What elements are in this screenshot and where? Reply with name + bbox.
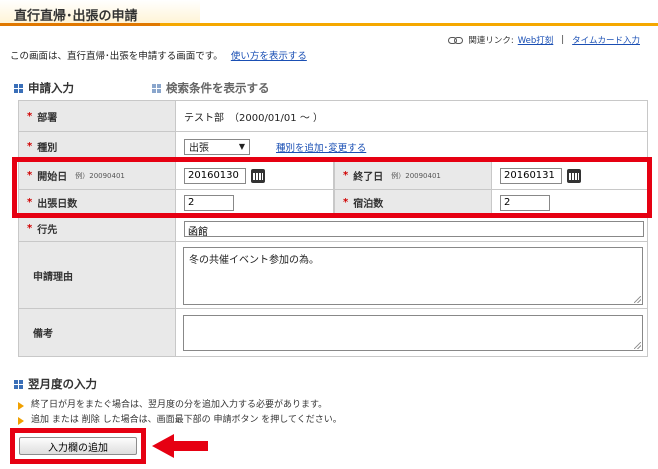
- required-mark: *: [27, 170, 33, 181]
- trip-days-label-text: 出張日数: [37, 199, 78, 210]
- destination-row: * 行先 函館: [18, 216, 648, 242]
- start-date-example: 例）20090401: [75, 171, 125, 180]
- add-input-row-button[interactable]: 入力欄の追加: [19, 437, 137, 455]
- days-row: * 出張日数 2 * 宿泊数 2: [18, 190, 648, 216]
- start-date-label-text: 開始日: [37, 172, 68, 183]
- destination-label: * 行先: [18, 216, 176, 241]
- highlight-add-button: 入力欄の追加: [10, 428, 146, 464]
- intro-text: この画面は、直行直帰･出張を申請する画面です。 使い方を表示する: [10, 48, 307, 62]
- page-title: 直行直帰･出張の申請: [14, 9, 138, 24]
- chevron-down-icon: ▼: [238, 142, 245, 151]
- remarks-textarea[interactable]: [183, 315, 643, 351]
- next-month-heading: 翌月度の入力: [14, 376, 97, 392]
- calendar-icon[interactable]: [251, 168, 265, 183]
- edit-type-link[interactable]: 種別を追加･変更する: [276, 140, 366, 154]
- dept-label-text: 部署: [37, 112, 58, 124]
- nights-input[interactable]: 2: [500, 194, 550, 211]
- note-text: 追加 または 削除 した場合は、画面最下部の 申請ボタン を押してください。: [31, 415, 342, 425]
- dept-value: テスト部 （2000/01/01 ～ ）: [176, 101, 648, 131]
- calendar-icon[interactable]: [567, 168, 581, 183]
- trip-days-input[interactable]: 2: [184, 194, 234, 211]
- start-date-label: * 開始日 例）20090401: [18, 162, 176, 189]
- reason-label: 申請理由: [18, 242, 176, 308]
- apply-input-heading: 申請入力: [14, 80, 74, 96]
- application-form: * 部署 テスト部 （2000/01/01 ～ ） * 種別 出張 ▼ 種別を追…: [18, 100, 648, 357]
- required-mark: *: [27, 223, 33, 234]
- required-mark: *: [343, 170, 349, 181]
- bullet-arrow-icon: [18, 401, 24, 410]
- type-select[interactable]: 出張 ▼: [184, 138, 250, 155]
- required-mark: *: [343, 197, 349, 208]
- start-date-value: 20160130: [176, 162, 334, 189]
- remarks-label: 備考: [18, 309, 176, 356]
- trip-days-label: * 出張日数: [18, 190, 176, 215]
- next-month-label: 翌月度の入力: [28, 377, 97, 391]
- end-date-label: * 終了日 例）20090401: [334, 162, 492, 189]
- reason-row: 申請理由 冬の共催イベント参加の為。: [18, 242, 648, 309]
- related-links-label: 関連リンク:: [468, 36, 514, 46]
- destination-value: 函館: [176, 216, 648, 241]
- type-row: * 種別 出張 ▼ 種別を追加･変更する: [18, 132, 648, 162]
- section-square-icon: [152, 83, 161, 93]
- type-label: * 種別: [18, 132, 176, 161]
- howto-link[interactable]: 使い方を表示する: [231, 51, 307, 62]
- section-square-icon: [14, 83, 23, 93]
- date-row: * 開始日 例）20090401 20160130 * 終了日 例）200904…: [18, 162, 648, 190]
- end-date-input[interactable]: 20160131: [500, 167, 562, 184]
- intro-description: この画面は、直行直帰･出張を申請する画面です。: [10, 51, 223, 62]
- notes-list: 終了日が月をまたぐ場合は、翌月度の分を追加入力する必要があります。 追加 または…: [18, 398, 342, 428]
- note-text: 終了日が月をまたぐ場合は、翌月度の分を追加入力する必要があります。: [31, 400, 328, 410]
- destination-label-text: 行先: [37, 225, 58, 236]
- section-square-icon: [14, 379, 23, 389]
- required-mark: *: [27, 197, 33, 208]
- pointer-arrow-icon: [152, 434, 208, 458]
- related-links: 関連リンク: Web打刻 | タイムカード入力: [448, 34, 640, 46]
- nights-label-text: 宿泊数: [353, 199, 384, 210]
- end-date-label-text: 終了日: [353, 172, 384, 183]
- dept-label: * 部署: [18, 101, 176, 131]
- show-search-label: 検索条件を表示する: [166, 81, 270, 95]
- nights-value: 2: [492, 190, 648, 215]
- remarks-value: [176, 309, 648, 356]
- page-title-bar: 直行直帰･出張の申請: [0, 0, 658, 26]
- required-mark: *: [27, 141, 33, 152]
- trip-days-value: 2: [176, 190, 334, 215]
- start-date-input[interactable]: 20160130: [184, 167, 246, 184]
- link-chain-icon: [448, 36, 464, 44]
- bullet-arrow-icon: [18, 416, 24, 425]
- show-search-toggle[interactable]: 検索条件を表示する: [152, 80, 270, 96]
- nights-label: * 宿泊数: [334, 190, 492, 215]
- resize-grip-icon[interactable]: [634, 296, 641, 303]
- resize-grip-icon[interactable]: [634, 342, 641, 349]
- link-separator: |: [561, 35, 565, 45]
- destination-input[interactable]: 函館: [184, 220, 644, 238]
- end-date-value: 20160131: [492, 162, 648, 189]
- dept-row: * 部署 テスト部 （2000/01/01 ～ ）: [18, 101, 648, 132]
- reason-text: 冬の共催イベント参加の為。: [189, 255, 319, 266]
- type-label-text: 種別: [37, 143, 58, 154]
- end-date-example: 例）20090401: [391, 171, 441, 180]
- reason-value: 冬の共催イベント参加の為。: [176, 242, 648, 308]
- remarks-row: 備考: [18, 309, 648, 357]
- apply-input-label: 申請入力: [28, 81, 74, 95]
- type-value: 出張 ▼ 種別を追加･変更する: [176, 132, 648, 161]
- type-selected: 出張: [189, 143, 209, 154]
- reason-textarea[interactable]: 冬の共催イベント参加の為。: [183, 247, 643, 305]
- timecard-input-link[interactable]: タイムカード入力: [572, 34, 640, 46]
- required-mark: *: [27, 110, 33, 122]
- note-item: 終了日が月をまたぐ場合は、翌月度の分を追加入力する必要があります。: [18, 398, 342, 413]
- note-item: 追加 または 削除 した場合は、画面最下部の 申請ボタン を押してください。: [18, 413, 342, 428]
- web-punch-link[interactable]: Web打刻: [518, 34, 554, 46]
